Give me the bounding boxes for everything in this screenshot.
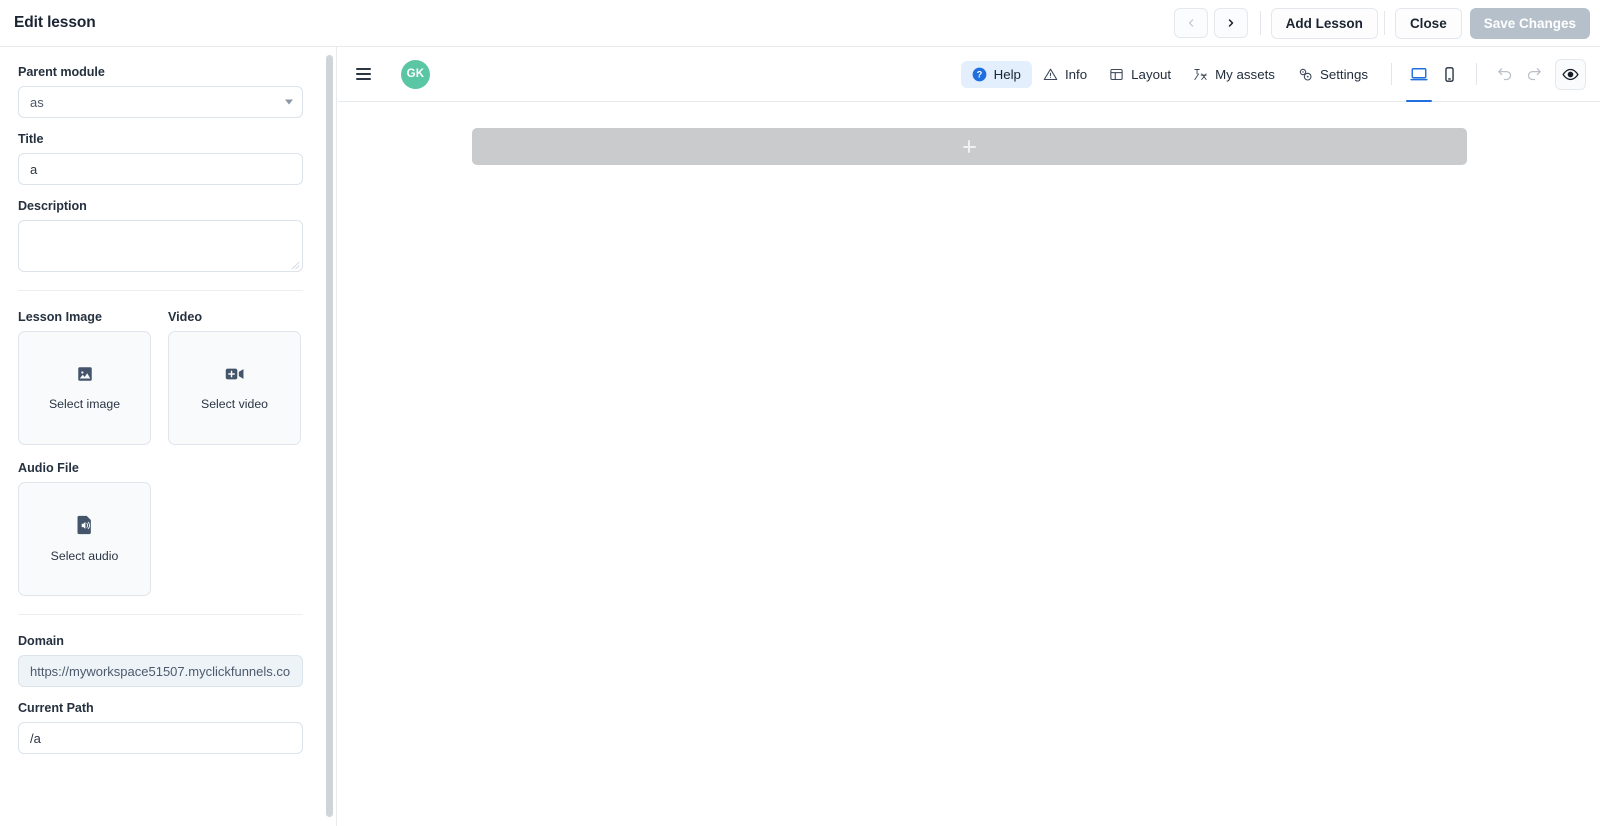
- description-textarea[interactable]: [18, 220, 303, 272]
- sidebar-divider-1: [18, 290, 303, 291]
- toolbar-divider-1: [1391, 63, 1392, 85]
- editor-toolbar: GK ? Help Info Layout My assets Settings: [338, 47, 1600, 102]
- sidebar-divider-2: [18, 614, 303, 615]
- chevron-right-icon: [1228, 19, 1233, 27]
- description-label: Description: [18, 199, 87, 213]
- device-desktop-button[interactable]: [1404, 60, 1434, 102]
- audio-file-icon: [76, 515, 94, 540]
- next-lesson-button[interactable]: [1213, 8, 1248, 38]
- current-path-field: Current Path /a: [18, 701, 319, 754]
- video-field: Video Select video: [168, 310, 301, 445]
- domain-label: Domain: [18, 634, 64, 648]
- device-mobile-button[interactable]: [1434, 60, 1464, 88]
- eye-icon: [1562, 68, 1579, 80]
- toolbar-item-help-label: Help: [993, 66, 1021, 82]
- title-field: Title a: [18, 132, 319, 185]
- image-glyph: [77, 367, 92, 381]
- parent-module-value: as: [30, 94, 44, 110]
- menu-icon[interactable]: [356, 63, 378, 85]
- toolbar-item-help[interactable]: ? Help: [960, 60, 1032, 88]
- desktop-icon: [1410, 68, 1428, 81]
- media-row: Lesson Image Select image Video Select v…: [18, 310, 319, 445]
- domain-input[interactable]: https://myworkspace51507.myclickfunnels.…: [18, 655, 303, 687]
- editor-toolbar-actions: ? Help Info Layout My assets Settings: [960, 58, 1586, 102]
- page-editor: GK ? Help Info Layout My assets Settings: [338, 47, 1600, 826]
- add-section-dropzone[interactable]: [471, 128, 1467, 165]
- title-value: a: [30, 161, 38, 177]
- toolbar-item-info-label: Info: [1064, 66, 1088, 82]
- toolbar-item-info[interactable]: Info: [1032, 61, 1098, 88]
- gear-icon: [1299, 68, 1312, 81]
- toolbar-item-my-assets-label: My assets: [1215, 66, 1275, 82]
- select-video-button[interactable]: Select video: [168, 331, 301, 445]
- close-button[interactable]: Close: [1394, 7, 1462, 39]
- parent-module-label: Parent module: [18, 65, 105, 79]
- undo-button[interactable]: [1489, 60, 1519, 88]
- lesson-settings-sidebar: Parent module as Title a Description Les…: [0, 47, 337, 826]
- video-label: Video: [168, 310, 203, 324]
- preview-button[interactable]: [1555, 58, 1586, 90]
- select-video-label: Select video: [201, 397, 268, 411]
- resize-handle-icon[interactable]: [291, 261, 300, 270]
- plus-icon: [962, 140, 976, 153]
- video-glyph: [225, 368, 243, 380]
- mobile-icon: [1444, 66, 1454, 82]
- undo-icon: [1497, 67, 1511, 80]
- header-divider-1: [1259, 11, 1261, 35]
- editor-canvas: [338, 102, 1600, 825]
- sidebar-content: Parent module as Title a Description Les…: [0, 47, 336, 754]
- current-path-label: Current Path: [18, 701, 94, 715]
- description-field: Description: [18, 199, 319, 272]
- video-icon: [225, 365, 245, 388]
- page-title: Edit lesson: [14, 14, 96, 31]
- sidebar-scrollbar[interactable]: [326, 55, 333, 817]
- layout-icon: [1110, 68, 1123, 80]
- toolbar-item-settings-label: Settings: [1319, 66, 1368, 82]
- help-circle-icon: ?: [972, 67, 986, 81]
- add-lesson-button[interactable]: Add Lesson: [1270, 7, 1378, 39]
- audio-file-label: Audio File: [18, 461, 79, 475]
- select-image-button[interactable]: Select image: [18, 331, 151, 445]
- parent-module-select[interactable]: as: [18, 86, 303, 118]
- toolbar-divider-2: [1476, 63, 1477, 85]
- current-path-input[interactable]: /a: [18, 722, 303, 754]
- parent-module-field: Parent module as: [18, 65, 319, 118]
- domain-field: Domain https://myworkspace51507.myclickf…: [18, 634, 319, 687]
- toolbar-item-settings[interactable]: Settings: [1286, 60, 1379, 88]
- warning-triangle-icon: [1043, 68, 1058, 80]
- redo-icon: [1527, 67, 1541, 80]
- lesson-image-label: Lesson Image: [18, 310, 102, 324]
- select-image-label: Select image: [48, 397, 121, 411]
- title-input[interactable]: a: [18, 153, 303, 185]
- lesson-image-field: Lesson Image Select image: [18, 310, 151, 445]
- app-header: Edit lesson Add Lesson Close Save Change…: [0, 0, 1600, 47]
- chevron-down-icon: [285, 99, 293, 105]
- redo-button[interactable]: [1519, 60, 1549, 88]
- svg-text:?: ?: [976, 69, 982, 79]
- toolbar-item-layout-label: Layout: [1131, 66, 1172, 82]
- toolbar-item-layout[interactable]: Layout: [1098, 61, 1182, 88]
- audio-file-glyph: [77, 515, 91, 535]
- select-audio-label: Select audio: [50, 549, 119, 563]
- select-audio-button[interactable]: Select audio: [18, 482, 151, 596]
- save-changes-button[interactable]: Save Changes: [1469, 7, 1590, 39]
- header-divider-2: [1383, 11, 1385, 35]
- current-path-value: /a: [30, 730, 41, 746]
- my-assets-icon: [1194, 68, 1207, 80]
- title-label: Title: [18, 132, 44, 146]
- chevron-left-icon: [1188, 19, 1193, 27]
- audio-file-field: Audio File Select audio: [18, 461, 319, 596]
- toolbar-item-my-assets[interactable]: My assets: [1182, 61, 1286, 88]
- avatar[interactable]: GK: [401, 59, 430, 89]
- domain-value: https://myworkspace51507.myclickfunnels.…: [30, 663, 291, 679]
- image-icon: [76, 365, 94, 388]
- previous-lesson-button[interactable]: [1173, 8, 1208, 38]
- header-actions: Add Lesson Close Save Changes: [1173, 7, 1600, 39]
